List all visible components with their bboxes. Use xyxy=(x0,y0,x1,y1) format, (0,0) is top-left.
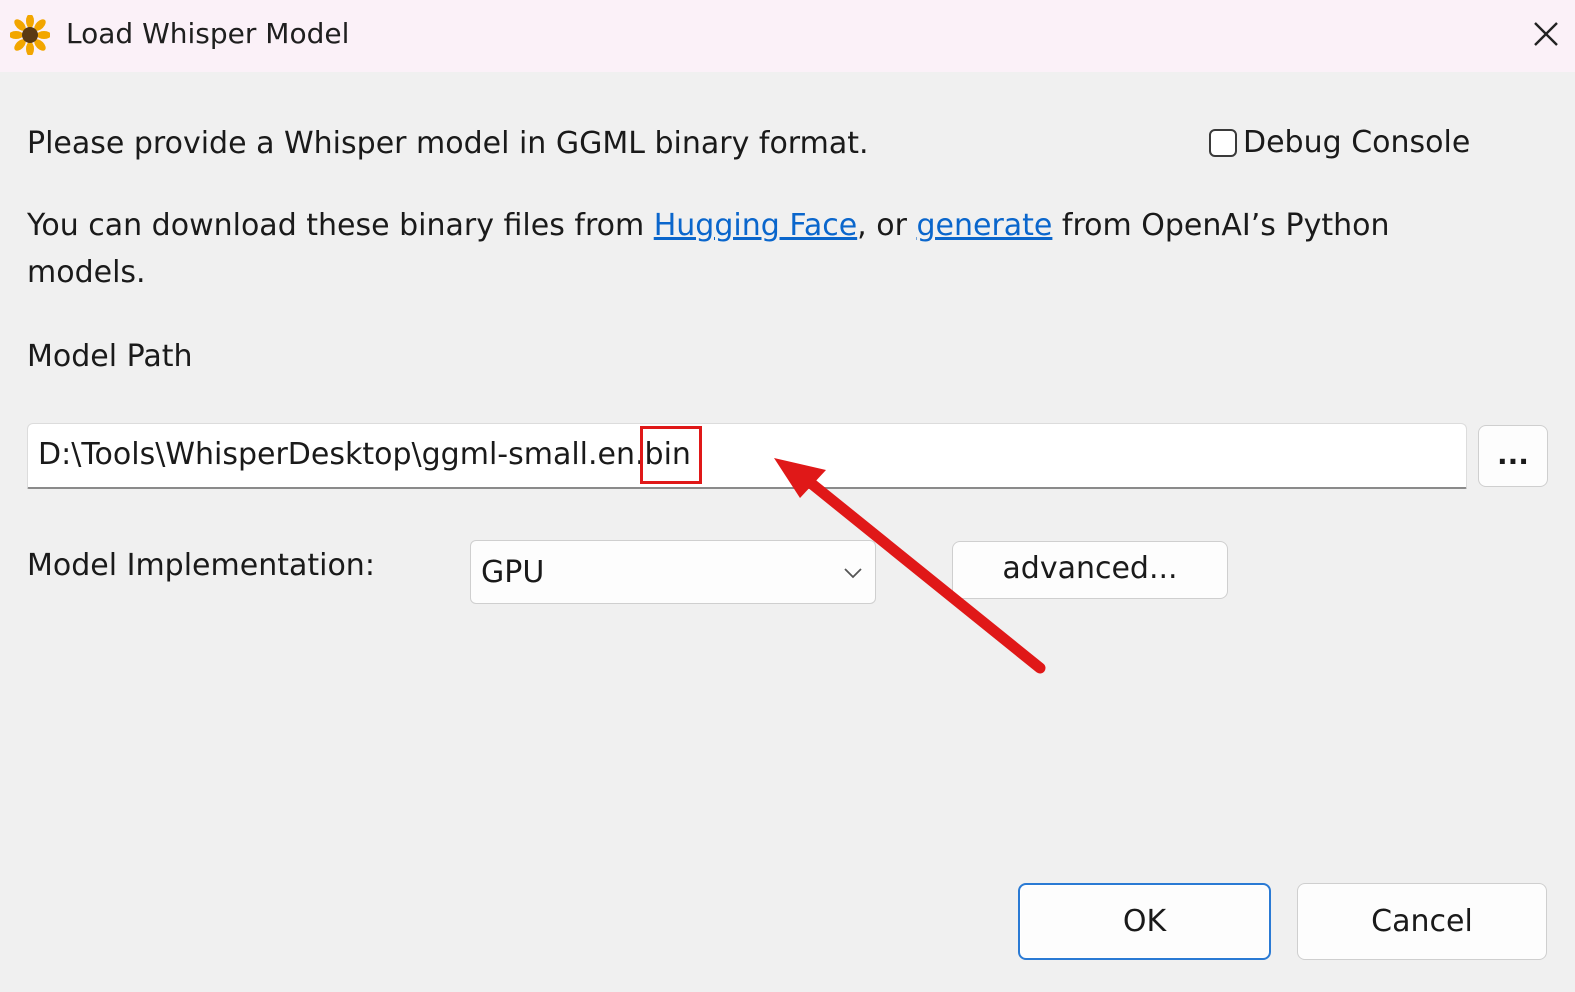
highlight-rectangle xyxy=(640,426,702,484)
download-middle: , or xyxy=(857,208,917,243)
hugging-face-link[interactable]: Hugging Face xyxy=(654,208,857,243)
chevron-down-icon xyxy=(844,568,862,579)
model-path-input[interactable]: D:\Tools\WhisperDesktop\ggml-small.en.bi… xyxy=(27,423,1467,489)
title-bar: Load Whisper Model xyxy=(0,0,1575,72)
sunflower-icon xyxy=(10,15,50,55)
advanced-button[interactable]: advanced... xyxy=(952,541,1228,599)
close-icon[interactable] xyxy=(1516,8,1572,60)
debug-console-label: Debug Console xyxy=(1243,125,1471,160)
model-path-label: Model Path xyxy=(27,339,193,374)
generate-link[interactable]: generate xyxy=(916,208,1052,243)
cancel-button[interactable]: Cancel xyxy=(1297,883,1547,960)
ok-button[interactable]: OK xyxy=(1018,883,1271,960)
window-title: Load Whisper Model xyxy=(66,17,350,50)
intro-text: Please provide a Whisper model in GGML b… xyxy=(27,126,869,161)
download-suffix: from OpenAI’s Python xyxy=(1052,208,1390,243)
download-text: You can download these binary files from… xyxy=(27,203,1389,249)
debug-console-checkbox[interactable]: Debug Console xyxy=(1209,120,1470,166)
browse-button[interactable]: ... xyxy=(1478,425,1548,487)
model-implementation-select[interactable]: GPU xyxy=(470,540,876,604)
checkbox-box[interactable] xyxy=(1209,129,1237,157)
download-prefix: You can download these binary files from xyxy=(27,208,654,243)
download-text-line2: models. xyxy=(27,255,146,290)
select-value: GPU xyxy=(481,555,545,590)
model-implementation-label: Model Implementation: xyxy=(27,548,375,583)
dialog-window: Load Whisper Model Please provide a Whis… xyxy=(0,0,1575,992)
